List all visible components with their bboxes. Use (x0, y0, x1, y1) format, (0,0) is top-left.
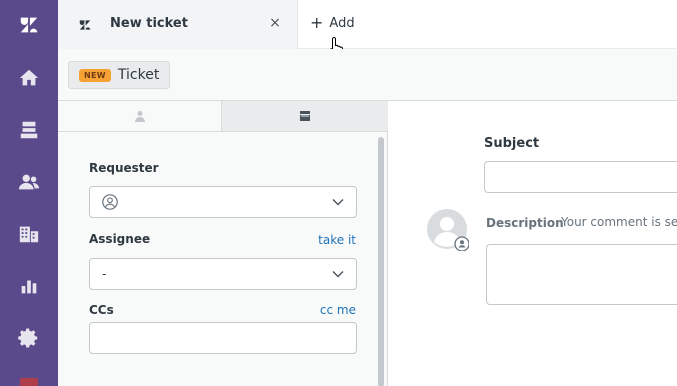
main-nav-rail (0, 0, 58, 386)
zendesk-logo-icon[interactable] (16, 12, 42, 38)
scrollbar-thumb[interactable] (378, 137, 384, 386)
assignee-label: Assignee (89, 232, 151, 246)
take-it-link[interactable]: take it (318, 233, 356, 247)
properties-tabs (58, 101, 388, 132)
ticket-fields-icon (300, 111, 310, 121)
customers-icon[interactable] (16, 169, 42, 195)
tab-user-context[interactable] (58, 101, 222, 131)
tab-new-ticket[interactable]: New ticket × (58, 0, 298, 49)
ticket-composer: Subject Description Your comment is sent (389, 101, 677, 386)
chevron-down-icon (332, 199, 344, 206)
close-tab-icon[interactable]: × (268, 15, 282, 31)
ticket-breadcrumb[interactable]: NEW Ticket (68, 61, 171, 89)
panel-scrollbar[interactable] (377, 133, 385, 386)
workspace-tab-bar: New ticket × + Add (58, 0, 677, 49)
reporting-icon[interactable] (16, 273, 42, 299)
zendesk-logo-icon (79, 20, 91, 30)
description-editor[interactable] (486, 244, 677, 305)
requester-label: Requester (89, 161, 159, 175)
home-icon[interactable] (16, 65, 42, 91)
assignee-value: - (102, 267, 107, 281)
organizations-icon[interactable] (16, 221, 42, 247)
notification-indicator (20, 378, 38, 386)
cc-me-link[interactable]: cc me (320, 303, 356, 317)
description-label: Description (486, 216, 564, 230)
add-tab-button[interactable]: + Add (310, 15, 355, 31)
chevron-down-icon (332, 271, 344, 278)
user-icon (134, 111, 145, 122)
views-icon[interactable] (16, 117, 42, 143)
ticket-label: Ticket (117, 67, 160, 83)
admin-gear-icon[interactable] (16, 325, 42, 351)
add-tab-label: Add (329, 15, 355, 31)
tab-ticket-fields[interactable] (222, 101, 388, 131)
subject-input[interactable] (484, 161, 677, 193)
requester-dropdown[interactable] (89, 186, 357, 218)
ccs-label: CCs (89, 303, 114, 317)
plus-icon: + (310, 13, 324, 32)
description-visibility-note: Your comment is sent (561, 215, 677, 229)
tab-title: New ticket (110, 16, 188, 31)
ticket-properties-panel: Requester Assignee take it - CCs cc me (58, 101, 388, 386)
assignee-dropdown[interactable]: - (89, 258, 357, 290)
agent-avatar (427, 209, 469, 251)
ccs-input[interactable] (89, 322, 357, 354)
subject-label: Subject (484, 136, 540, 151)
ticket-header-bar: NEW Ticket (58, 49, 677, 101)
requester-avatar-icon (102, 194, 118, 210)
status-badge-new: NEW (79, 68, 111, 82)
